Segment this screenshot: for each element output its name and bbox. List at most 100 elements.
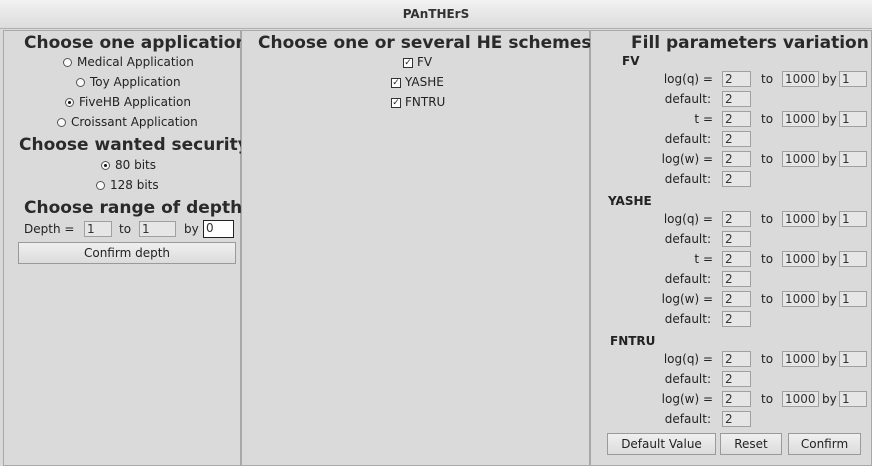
scheme-name-fntru: FNTRU — [610, 334, 656, 348]
depth-to-input[interactable]: 1 — [139, 221, 176, 237]
yashe-logw-to-label: to — [761, 292, 774, 306]
fntru-logw-to-input[interactable]: 1000 — [782, 391, 819, 407]
yashe-logq-default-input[interactable]: 2 — [722, 231, 751, 247]
application-heading: Choose one application — [24, 33, 248, 53]
yashe-logq-by-input[interactable]: 1 — [839, 211, 867, 227]
fv-t-to-input[interactable]: 1000 — [782, 111, 819, 127]
depth-label: Depth = — [24, 222, 75, 236]
fntru-logq-by-label: by — [822, 352, 837, 366]
fntru-logw-label: log(w) = — [661, 392, 713, 406]
fntru-logw-from-input[interactable]: 2 — [722, 391, 751, 407]
medical-label[interactable]: Medical Application — [77, 55, 194, 69]
depth-from-input[interactable]: 1 — [84, 221, 112, 237]
fv-logw-by-input[interactable]: 1 — [839, 151, 867, 167]
yashe-t-from-input[interactable]: 2 — [722, 251, 751, 267]
yashe-logw-from-input[interactable]: 2 — [722, 291, 751, 307]
fntru-label[interactable]: FNTRU — [405, 95, 445, 109]
fv-logq-from-input[interactable]: 2 — [722, 71, 751, 87]
fv-logq-to-label: to — [761, 72, 774, 86]
yashe-checkbox[interactable]: ✓ — [391, 78, 401, 88]
security-80-radio[interactable] — [101, 161, 110, 170]
fv-t-label: t = — [694, 112, 713, 126]
fv-label[interactable]: FV — [417, 55, 432, 69]
fv-logw-default-input[interactable]: 2 — [722, 171, 751, 187]
fv-t-from-input[interactable]: 2 — [722, 111, 751, 127]
scheme-name-yashe: YASHE — [608, 194, 652, 208]
medical-radio[interactable] — [63, 58, 72, 67]
security-128-label[interactable]: 128 bits — [110, 178, 159, 192]
fntru-checkbox[interactable]: ✓ — [391, 98, 401, 108]
fv-logw-to-label: to — [761, 152, 774, 166]
application-panel: Choose one application Medical Applicati… — [3, 30, 249, 466]
fv-logq-default-label: default: — [664, 92, 711, 106]
fv-checkbox[interactable]: ✓ — [403, 58, 413, 68]
yashe-logq-label: log(q) = — [663, 212, 713, 226]
fivehb-radio[interactable] — [65, 98, 74, 107]
depth-by-label: by — [184, 222, 199, 236]
yashe-logw-default-label: default: — [664, 312, 711, 326]
schemes-heading: Choose one or several HE schemes — [258, 33, 592, 53]
parameters-heading: Fill parameters variation — [631, 33, 869, 53]
fv-t-default-input[interactable]: 2 — [722, 131, 751, 147]
fntru-logq-default-input[interactable]: 2 — [722, 371, 751, 387]
fntru-logw-default-label: default: — [664, 412, 711, 426]
scheme-name-fv: FV — [622, 54, 640, 68]
fntru-logq-default-label: default: — [664, 372, 711, 386]
toy-radio[interactable] — [76, 78, 85, 87]
fntru-logw-to-label: to — [761, 392, 774, 406]
security-80-label[interactable]: 80 bits — [115, 158, 156, 172]
toy-label[interactable]: Toy Application — [90, 75, 181, 89]
depth-heading: Choose range of depth — [24, 198, 243, 218]
fntru-logw-by-input[interactable]: 1 — [839, 391, 867, 407]
window-title: PAnTHErS — [0, 0, 872, 29]
depth-to-label: to — [119, 222, 132, 236]
fntru-logq-to-label: to — [761, 352, 774, 366]
yashe-t-by-input[interactable]: 1 — [839, 251, 867, 267]
depth-by-input[interactable]: 0 — [203, 220, 234, 238]
yashe-logq-from-input[interactable]: 2 — [722, 211, 751, 227]
fv-logw-default-label: default: — [664, 172, 711, 186]
fv-logw-from-input[interactable]: 2 — [722, 151, 751, 167]
yashe-logq-default-label: default: — [664, 232, 711, 246]
yashe-logw-label: log(w) = — [661, 292, 713, 306]
reset-button[interactable]: Reset — [720, 433, 782, 455]
parameters-panel: Fill parameters variation FV log(q) = 2 to 1… — [590, 30, 872, 466]
yashe-t-default-input[interactable]: 2 — [722, 271, 751, 287]
yashe-logw-default-input[interactable]: 2 — [722, 311, 751, 327]
yashe-logq-by-label: by — [822, 212, 837, 226]
fv-logw-label: log(w) = — [661, 152, 713, 166]
yashe-label[interactable]: YASHE — [405, 75, 444, 89]
default-value-button[interactable]: Default Value — [607, 433, 716, 455]
yashe-t-default-label: default: — [664, 272, 711, 286]
fv-t-default-label: default: — [664, 132, 711, 146]
fntru-logw-by-label: by — [822, 392, 837, 406]
yashe-logw-by-label: by — [822, 292, 837, 306]
fntru-logq-label: log(q) = — [663, 352, 713, 366]
fivehb-label[interactable]: FiveHB Application — [79, 95, 191, 109]
fv-t-by-input[interactable]: 1 — [839, 111, 867, 127]
fntru-logw-default-input[interactable]: 2 — [722, 411, 751, 427]
fntru-logq-to-input[interactable]: 1000 — [782, 351, 819, 367]
confirm-depth-button[interactable]: Confirm depth — [18, 242, 236, 264]
croissant-label[interactable]: Croissant Application — [71, 115, 198, 129]
yashe-logw-to-input[interactable]: 1000 — [782, 291, 819, 307]
fv-logq-default-input[interactable]: 2 — [722, 91, 751, 107]
he-schemes-panel: Choose one or several HE schemes ✓ FV ✓ … — [241, 30, 592, 466]
fv-t-to-label: to — [761, 112, 774, 126]
confirm-button[interactable]: Confirm — [788, 433, 861, 455]
yashe-logq-to-label: to — [761, 212, 774, 226]
fv-logq-by-input[interactable]: 1 — [839, 71, 867, 87]
yashe-logq-to-input[interactable]: 1000 — [782, 211, 819, 227]
fv-logw-by-label: by — [822, 152, 837, 166]
croissant-radio[interactable] — [57, 118, 66, 127]
fntru-logq-by-input[interactable]: 1 — [839, 351, 867, 367]
fv-logw-to-input[interactable]: 1000 — [782, 151, 819, 167]
fntru-logq-from-input[interactable]: 2 — [722, 351, 751, 367]
security-128-radio[interactable] — [96, 181, 105, 190]
fv-t-by-label: by — [822, 112, 837, 126]
yashe-t-label: t = — [694, 252, 713, 266]
yashe-logw-by-input[interactable]: 1 — [839, 291, 867, 307]
fv-logq-to-input[interactable]: 1000 — [782, 71, 819, 87]
yashe-t-to-input[interactable]: 1000 — [782, 251, 819, 267]
fv-logq-label: log(q) = — [663, 72, 713, 86]
